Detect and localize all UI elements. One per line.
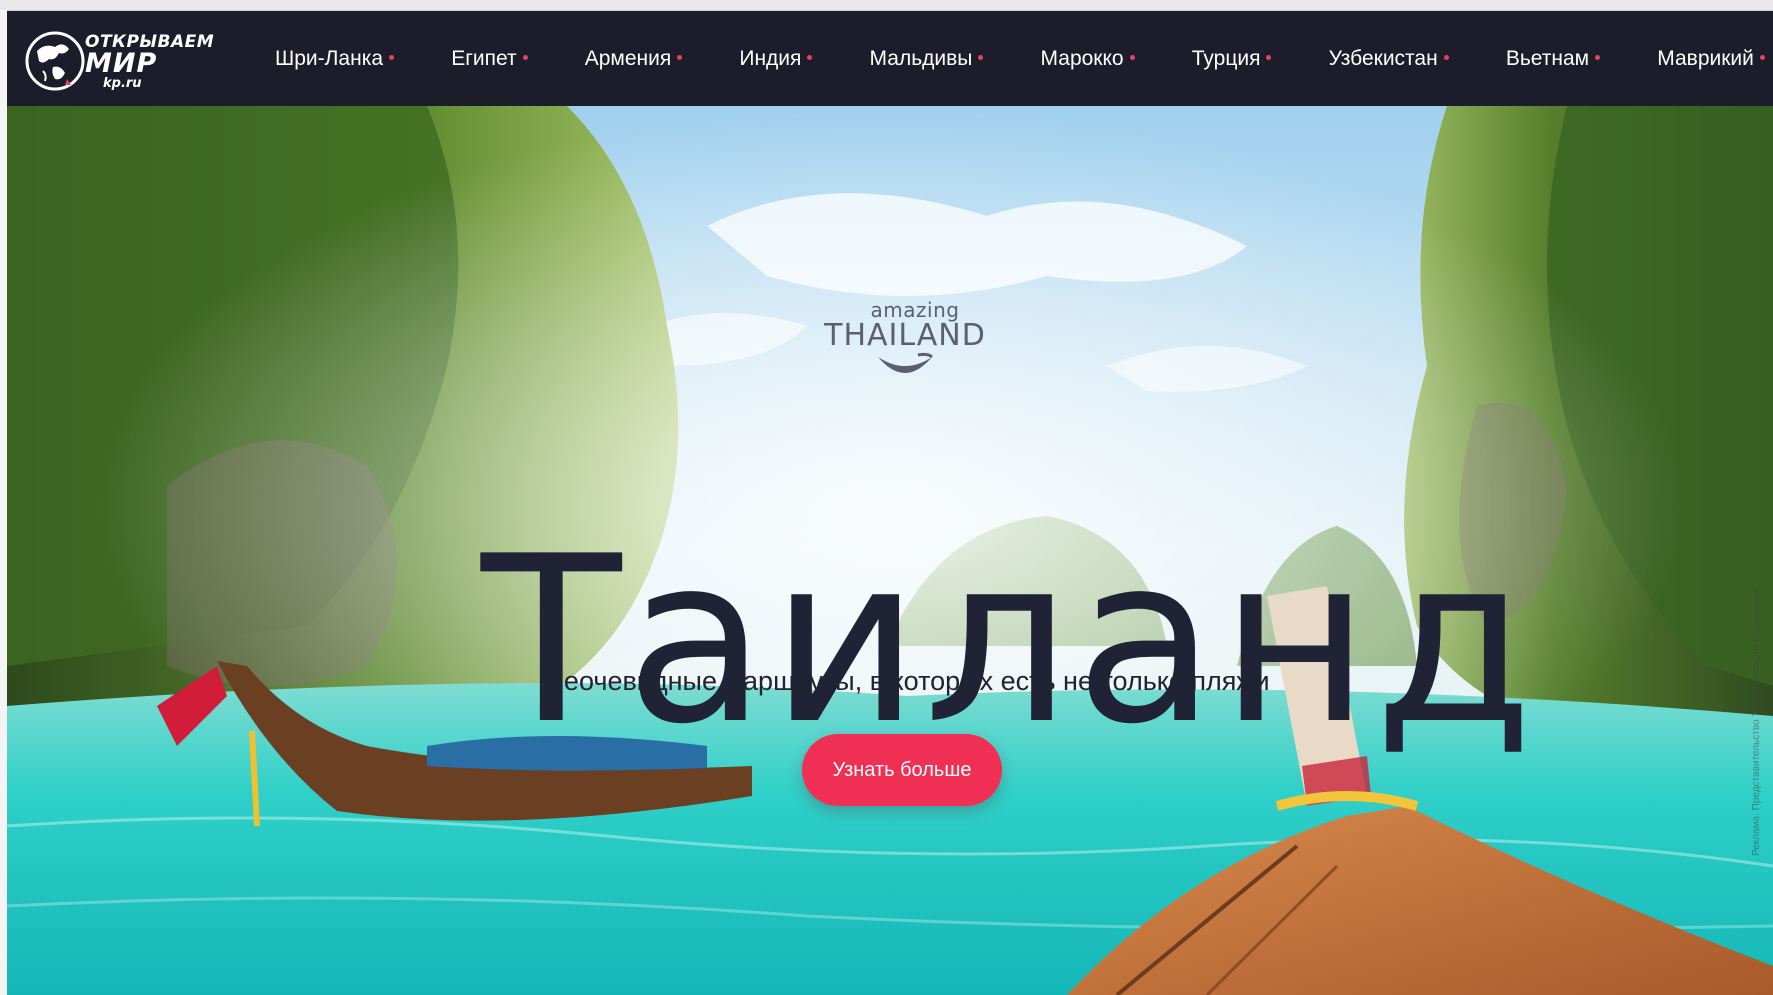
nav-item-sri-lanka[interactable]: Шри-Ланка [275, 46, 395, 71]
nav-item-label: Египет [451, 46, 517, 70]
smile-icon [878, 352, 934, 373]
site-logo[interactable]: ОТКРЫВАЕМ МИР kp.ru [25, 19, 245, 99]
dot-icon [1759, 54, 1765, 60]
nav-item-label: Узбекистан [1328, 46, 1438, 70]
logo-line-3: kp.ru [103, 76, 142, 91]
country-nav: Шри-Ланка Египет Армения Индия Мальдивы … [275, 11, 1765, 106]
dot-icon [522, 54, 528, 60]
nav-item-maldives[interactable]: Мальдивы [870, 47, 984, 71]
nav-item-mauritius[interactable]: Маврикий [1657, 47, 1765, 71]
nav-item-label: Шри-Ланка [275, 46, 384, 70]
nav-item-morocco[interactable]: Марокко [1041, 47, 1135, 71]
browser-top-strip [0, 0, 1773, 11]
nav-item-india[interactable]: Индия [739, 46, 813, 71]
nav-item-label: Вьетнам [1505, 46, 1590, 70]
dot-icon [677, 54, 683, 60]
dot-icon [1266, 54, 1272, 60]
nav-item-label: Мальдивы [869, 46, 973, 70]
ad-disclaimer: Реклама. Представительство Туристическог… [1751, 587, 1762, 856]
dot-icon [1443, 54, 1449, 60]
site-header: ОТКРЫВАЕМ МИР kp.ru Шри-Ланка Египет Арм… [7, 11, 1773, 106]
globe-icon [25, 31, 85, 91]
nav-item-vietnam[interactable]: Вьетнам [1505, 46, 1601, 71]
logo-line-2: МИР [85, 48, 158, 79]
dot-icon [389, 54, 395, 60]
dot-icon [807, 54, 813, 60]
learn-more-button[interactable]: Узнать больше [802, 734, 1002, 806]
dot-icon [1129, 54, 1135, 60]
partner-logo-large: THAILAND [824, 318, 986, 353]
nav-item-label: Турция [1191, 46, 1261, 70]
nav-item-label: Армения [584, 46, 672, 70]
nav-item-label: Маврикий [1657, 46, 1754, 70]
dot-icon [978, 54, 984, 60]
amazing-thailand-logo: amazing THAILAND [812, 298, 998, 381]
hero-subtitle: Неочевидные маршруты, в которых есть не … [544, 666, 1270, 696]
dot-icon [1595, 54, 1601, 60]
nav-item-egypt[interactable]: Египет [451, 46, 528, 71]
logo-wordmark: ОТКРЫВАЕМ МИР kp.ru [85, 33, 214, 91]
nav-item-label: Марокко [1040, 46, 1124, 70]
nav-item-turkey[interactable]: Турция [1192, 47, 1272, 71]
nav-item-uzbekistan[interactable]: Узбекистан [1329, 47, 1449, 71]
hero-banner: amazing THAILAND Таиланд Неочевидные мар… [7, 106, 1773, 995]
nav-item-label: Индия [739, 46, 802, 70]
page-left-edge [0, 10, 7, 995]
nav-item-armenia[interactable]: Армения [585, 47, 683, 71]
